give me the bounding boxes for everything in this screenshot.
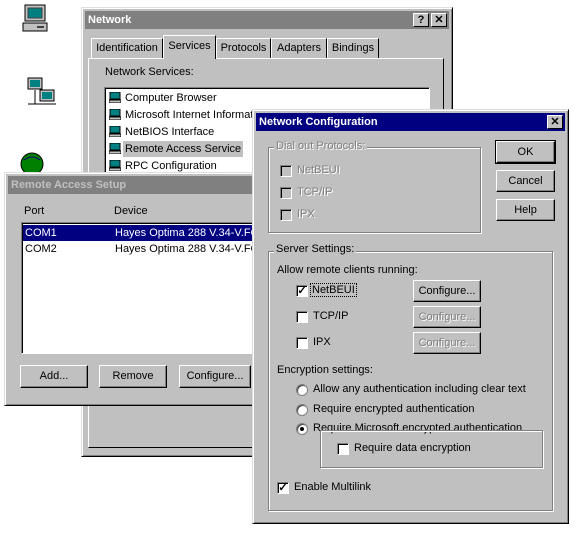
device-cell: Hayes Optima 288 V.34-V.FC [115, 227, 259, 239]
table-row[interactable]: COM2 Hayes Optima 288 V.34-V.FC [23, 241, 259, 257]
tcpip-label: TCP/IP [313, 310, 349, 322]
dialout-tcpip-checkbox[interactable] [280, 187, 292, 199]
service-label: Microsoft Internet Informati [125, 109, 256, 121]
allow-any-auth-label: Allow any authentication including clear… [313, 383, 526, 395]
dialout-ipx-label: IPX [297, 208, 315, 220]
port-column-header: Port [24, 205, 45, 217]
netbeui-label: NetBEUI [310, 283, 357, 297]
netconfig-title: Network Configuration [259, 116, 378, 128]
ok-button[interactable]: OK [495, 140, 556, 164]
encryption-settings-label: Encryption settings: [277, 364, 373, 376]
configure-ipx-button[interactable]: Configure... [413, 332, 481, 354]
computer-icon[interactable] [22, 4, 50, 34]
dialout-tcpip-label: TCP/IP [297, 186, 333, 198]
configure-button[interactable]: Configure... [179, 365, 251, 388]
netbeui-checkbox[interactable]: ✓ [296, 285, 308, 297]
device-column-header: Device [114, 205, 148, 217]
allow-any-auth-radio[interactable] [296, 384, 308, 396]
globe-icon[interactable] [18, 150, 44, 176]
dialout-ipx-checkbox[interactable] [280, 209, 292, 221]
service-label: Computer Browser [125, 92, 217, 104]
service-icon [108, 91, 122, 104]
require-data-encryption-checkbox[interactable] [337, 443, 349, 455]
tab-services[interactable]: Services [163, 35, 216, 59]
dialout-label: Dial out Protocols: [274, 140, 368, 152]
network-services-label: Network Services: [105, 66, 194, 78]
netconfig-window: Network Configuration ✕ Dial out Protoco… [252, 109, 569, 524]
service-icon [108, 108, 122, 121]
ipx-label: IPX [313, 336, 331, 348]
device-cell: Hayes Optima 288 V.34-V.FC [115, 243, 259, 255]
tab-bindings[interactable]: Bindings [327, 38, 379, 58]
configure-tcpip-button[interactable]: Configure... [413, 306, 481, 328]
tab-identification[interactable]: Identification [91, 38, 163, 58]
service-label: Remote Access Service [123, 141, 244, 157]
require-data-encryption-label: Require data encryption [354, 442, 471, 454]
enable-multilink-checkbox[interactable]: ✓ [277, 482, 289, 494]
enable-multilink-label: Enable Multilink [294, 481, 372, 493]
help-button[interactable]: Help [496, 199, 555, 221]
allow-clients-label: Allow remote clients running: [277, 264, 418, 276]
ras-title: Remote Access Setup [11, 179, 127, 191]
close-icon[interactable]: ✕ [431, 13, 447, 27]
table-row[interactable]: COM1 Hayes Optima 288 V.34-V.FC [23, 225, 259, 241]
dialout-netbeui-checkbox[interactable] [280, 165, 292, 177]
require-encrypted-auth-label: Require encrypted authentication [313, 403, 475, 415]
dialout-netbeui-label: NetBEUI [297, 164, 340, 176]
list-item-selected[interactable]: Remote Access Service [107, 141, 247, 157]
network-titlebar: Network ? ✕ [85, 11, 449, 29]
require-ms-encrypted-auth-radio[interactable] [296, 423, 308, 435]
service-icon [108, 159, 122, 172]
tcpip-checkbox[interactable] [296, 311, 308, 323]
port-cell: COM1 [25, 227, 57, 239]
server-settings-label: Server Settings: [274, 243, 357, 255]
remove-button[interactable]: Remove [99, 365, 167, 388]
require-encrypted-auth-radio[interactable] [296, 404, 308, 416]
port-cell: COM2 [25, 243, 57, 255]
tab-protocols[interactable]: Protocols [216, 38, 271, 58]
close-icon[interactable]: ✕ [547, 115, 563, 129]
service-label: NetBIOS Interface [125, 126, 215, 138]
ports-list[interactable]: COM1 Hayes Optima 288 V.34-V.FC COM2 Hay… [21, 222, 261, 354]
network-title: Network [88, 14, 132, 26]
add-button[interactable]: Add... [20, 365, 88, 388]
configure-netbeui-button[interactable]: Configure... [413, 280, 481, 302]
cancel-button[interactable]: Cancel [496, 170, 555, 192]
tab-adapters[interactable]: Adapters [271, 38, 327, 58]
ras-titlebar: Remote Access Setup [8, 176, 262, 194]
service-icon [108, 142, 122, 155]
netconfig-titlebar: Network Configuration ✕ [256, 113, 565, 131]
help-title-button[interactable]: ? [413, 13, 429, 27]
network-computers-icon[interactable] [26, 76, 58, 108]
ras-window: Remote Access Setup Port Device COM1 Hay… [4, 172, 266, 406]
service-icon [108, 125, 122, 138]
ipx-checkbox[interactable] [296, 337, 308, 349]
